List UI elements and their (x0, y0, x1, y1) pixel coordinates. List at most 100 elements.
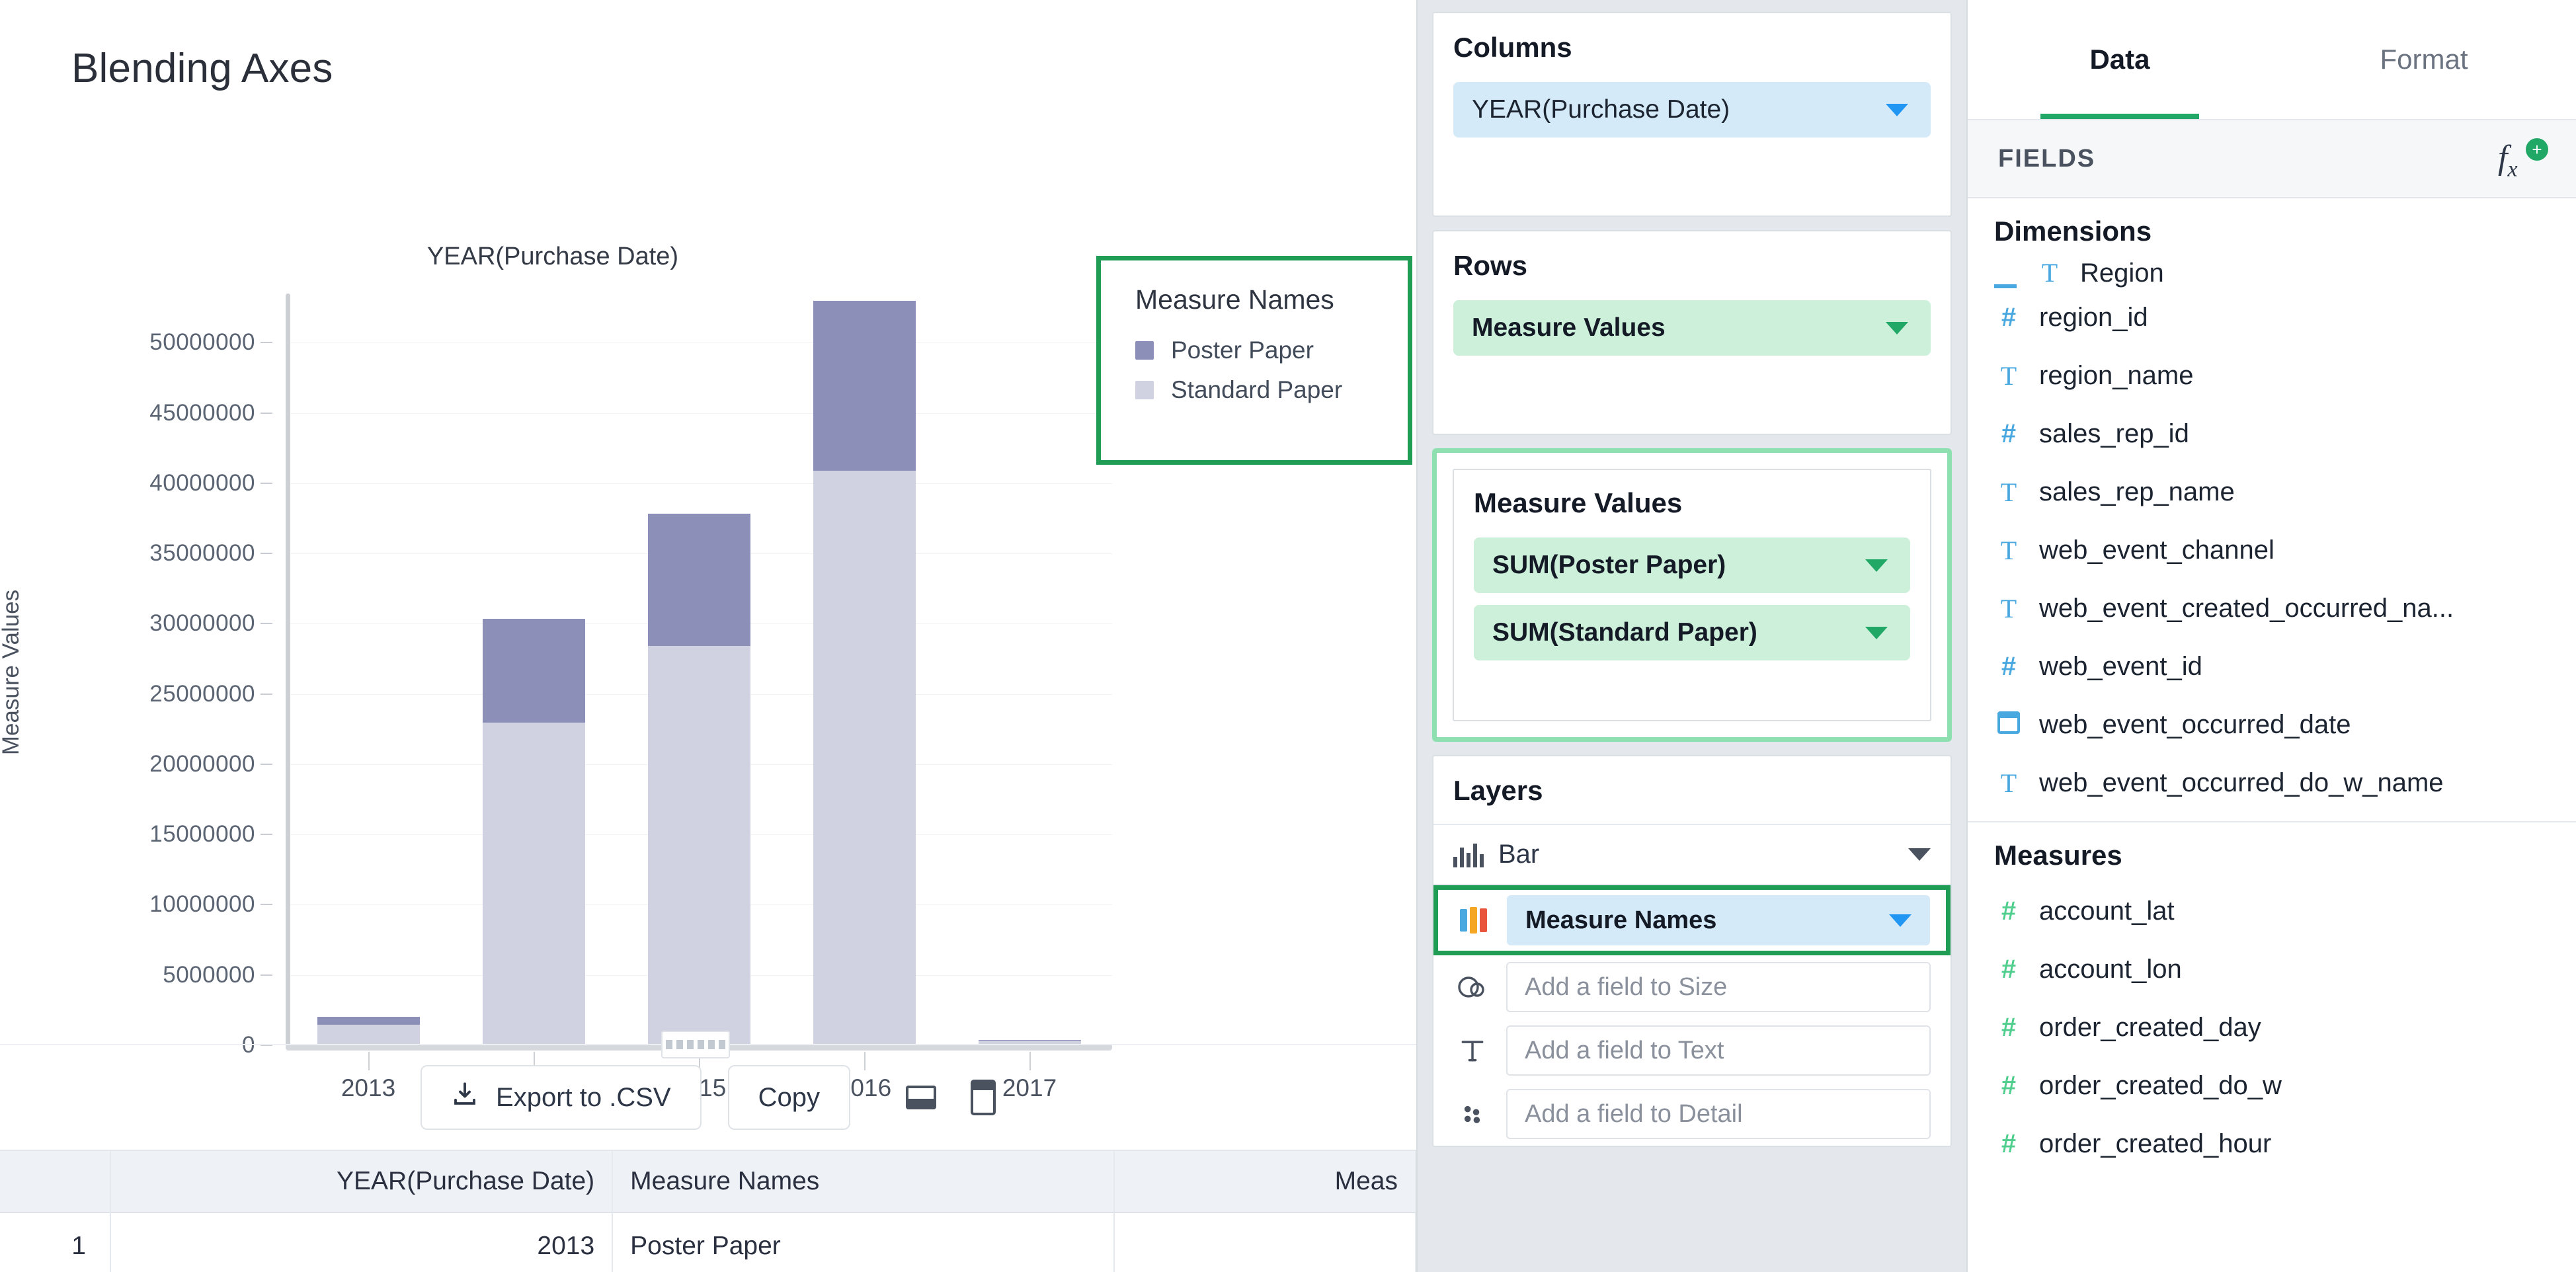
columns-shelf-dropzone[interactable] (1453, 149, 1931, 196)
mark-type-selector[interactable]: Bar (1433, 825, 1951, 885)
y-axis-tick-label: 35000000 (149, 540, 255, 567)
mark-type-label: Bar (1498, 840, 1539, 869)
copy-label: Copy (758, 1083, 820, 1113)
bar-chart-icon (1453, 842, 1484, 867)
encoding-size[interactable]: Add a field to Size (1433, 955, 1951, 1019)
encoding-text[interactable]: Add a field to Text (1433, 1019, 1951, 1082)
encoding-color-field[interactable]: Measure Names (1507, 895, 1930, 945)
field-item[interactable]: #account_lat (1968, 882, 2576, 940)
bar-segment[interactable] (648, 514, 750, 646)
table-header-row: YEAR(Purchase Date) Measure Names Meas (0, 1151, 1416, 1213)
number-measure-icon: # (1994, 1129, 2023, 1159)
columns-shelf[interactable]: Columns YEAR(Purchase Date) (1432, 12, 1952, 217)
field-item[interactable]: TRegion (1968, 258, 2576, 288)
bar-segment[interactable] (483, 619, 585, 723)
chart-area: YEAR(Purchase Date) 05000000100000001500… (0, 92, 1416, 1044)
measure-values-dropzone[interactable] (1474, 672, 1910, 696)
y-axis-tick-label: 15000000 (149, 821, 255, 848)
table-header-measure-values[interactable]: Meas (1115, 1151, 1416, 1213)
y-axis-tick (261, 974, 272, 976)
field-item[interactable]: #web_event_id (1968, 637, 2576, 696)
collapse-icon[interactable] (1994, 284, 2017, 288)
bar-stack[interactable] (483, 619, 585, 1044)
pill-measure-values[interactable]: Measure Values (1453, 300, 1931, 356)
encoding-color[interactable]: Measure Names (1433, 885, 1951, 955)
bar-segment[interactable] (648, 646, 750, 1045)
bar-segment[interactable] (813, 471, 916, 1044)
pill-sum-poster-paper[interactable]: SUM(Poster Paper) (1474, 537, 1910, 593)
drag-handle-icon[interactable] (661, 1031, 730, 1058)
bar-stack[interactable] (648, 514, 750, 1044)
pill-year-purchase-date[interactable]: YEAR(Purchase Date) (1453, 82, 1931, 138)
legend-item[interactable]: Poster Paper (1135, 337, 1408, 364)
y-axis-labels: 0500000010000000150000002000000025000000… (21, 294, 272, 1045)
field-item[interactable]: Tweb_event_created_occurred_na... (1968, 579, 2576, 637)
download-icon (451, 1080, 479, 1115)
dimensions-list: TRegion#region_idTregion_name#sales_rep_… (1968, 258, 2576, 812)
layers-title: Layers (1433, 756, 1951, 825)
legend-swatch-icon (1135, 381, 1154, 399)
copy-button[interactable]: Copy (728, 1065, 850, 1130)
number-measure-icon: # (1994, 955, 2023, 984)
table-header-year[interactable]: YEAR(Purchase Date) (111, 1151, 613, 1213)
encoding-detail-field[interactable]: Add a field to Detail (1506, 1089, 1931, 1139)
bar-segment[interactable] (317, 1025, 420, 1044)
field-item[interactable]: #order_created_day (1968, 998, 2576, 1056)
rows-shelf[interactable]: Rows Measure Values (1432, 230, 1952, 435)
viz-toolbar: Export to .CSV Copy (0, 1044, 1416, 1150)
field-item-label: sales_rep_id (2039, 419, 2189, 449)
legend-item[interactable]: Standard Paper (1135, 376, 1408, 404)
measure-values-shelf[interactable]: Measure Values SUM(Poster Paper) SUM(Sta… (1453, 469, 1931, 721)
visualization-pane: Blending Axes YEAR(Purchase Date) 050000… (0, 0, 1418, 1272)
encoding-size-field[interactable]: Add a field to Size (1506, 962, 1931, 1012)
field-item[interactable]: Tweb_event_channel (1968, 521, 2576, 579)
bar-segment[interactable] (813, 301, 916, 471)
field-item-label: order_created_hour (2039, 1129, 2271, 1159)
measure-values-shelf-highlight: Measure Values SUM(Poster Paper) SUM(Sta… (1432, 448, 1952, 742)
field-item[interactable]: Tweb_event_occurred_do_w_name (1968, 754, 2576, 812)
data-table: YEAR(Purchase Date) Measure Names Meas 1… (0, 1150, 1416, 1272)
add-calculated-field-icon[interactable]: fx + (2498, 138, 2546, 179)
legend-title: Measure Names (1135, 284, 1408, 315)
field-item-label: Region (2080, 258, 2164, 288)
fields-header: FIELDS fx + (1968, 119, 2576, 198)
export-csv-button[interactable]: Export to .CSV (421, 1065, 702, 1130)
tab-data[interactable]: Data (1968, 0, 2272, 119)
legend-swatch-icon (1135, 341, 1154, 360)
field-item[interactable]: web_event_occurred_date (1968, 696, 2576, 754)
minimize-icon[interactable] (906, 1086, 936, 1109)
table-cell-measure-name: Poster Paper (613, 1213, 1115, 1272)
field-item[interactable]: #region_id (1968, 288, 2576, 346)
chart-legend: Measure Names Poster Paper Standard Pape… (1096, 256, 1412, 465)
bar-segment[interactable] (317, 1017, 420, 1025)
rows-shelf-dropzone[interactable] (1453, 368, 1931, 414)
chevron-down-icon[interactable] (1865, 559, 1888, 572)
chevron-down-icon[interactable] (1886, 322, 1908, 335)
chevron-down-icon[interactable] (1889, 914, 1912, 927)
chart-plot: 0500000010000000150000002000000025000000… (286, 294, 1112, 1051)
encoding-text-field[interactable]: Add a field to Text (1506, 1025, 1931, 1076)
field-item[interactable]: Tsales_rep_name (1968, 463, 2576, 521)
field-item[interactable]: # order_created_hour (1968, 1115, 2576, 1173)
pill-sum-standard-paper[interactable]: SUM(Standard Paper) (1474, 605, 1910, 660)
table-row[interactable]: 1 2013 Poster Paper (0, 1213, 1416, 1272)
field-item[interactable]: #order_created_do_w (1968, 1056, 2576, 1115)
encoding-detail[interactable]: Add a field to Detail (1433, 1082, 1951, 1146)
chevron-down-icon[interactable] (1865, 627, 1888, 639)
y-axis-tick (261, 834, 272, 835)
field-item[interactable]: Tregion_name (1968, 346, 2576, 405)
y-axis-tick (261, 623, 272, 624)
bar-stack[interactable] (813, 301, 916, 1044)
chevron-down-icon[interactable] (1908, 848, 1931, 861)
bar-stack[interactable] (317, 1017, 420, 1044)
maximize-icon[interactable] (971, 1080, 996, 1115)
chevron-down-icon[interactable] (1886, 104, 1908, 116)
bar-segment[interactable] (483, 723, 585, 1044)
legend-item-label: Poster Paper (1171, 337, 1314, 364)
tab-format[interactable]: Format (2272, 0, 2576, 119)
field-item[interactable]: #sales_rep_id (1968, 405, 2576, 463)
table-header-measure-names[interactable]: Measure Names (613, 1151, 1115, 1213)
y-axis-tick-label: 25000000 (149, 681, 255, 707)
y-axis-tick (261, 904, 272, 905)
field-item[interactable]: #account_lon (1968, 940, 2576, 998)
